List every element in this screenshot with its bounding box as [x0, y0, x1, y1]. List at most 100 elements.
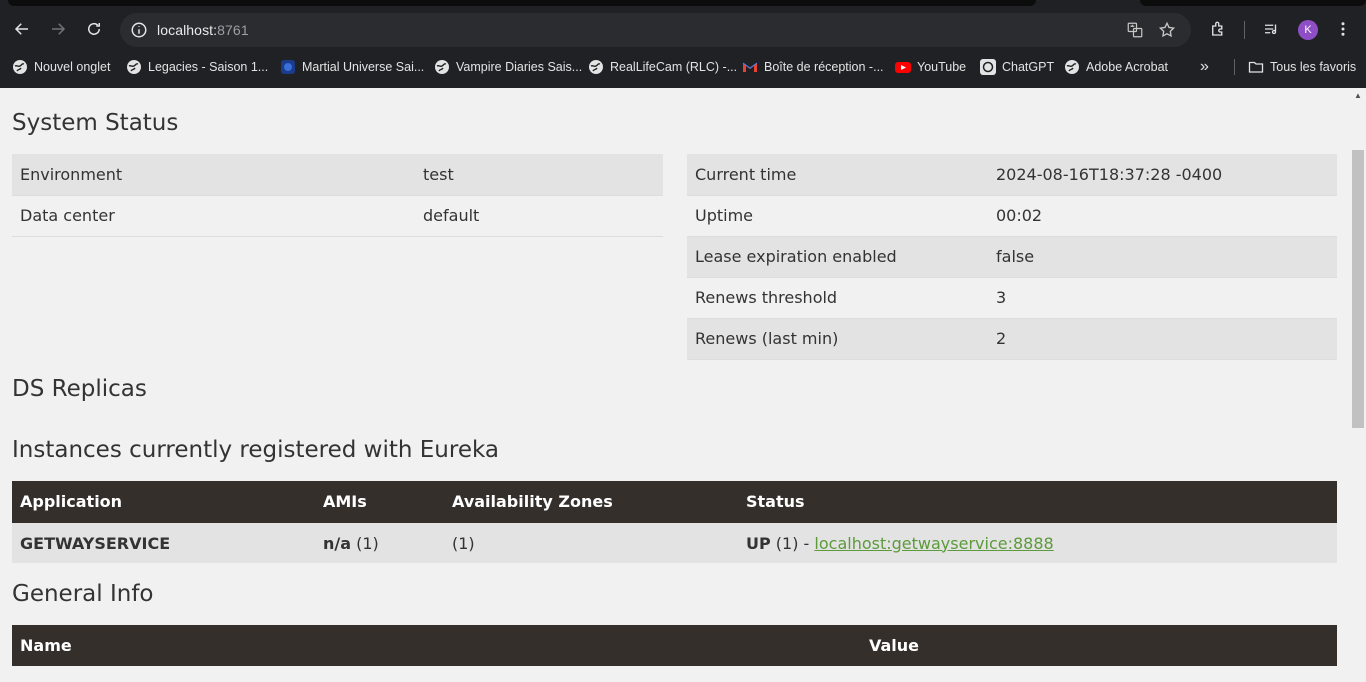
chatgpt-icon [980, 59, 996, 75]
table-row: Uptime 00:02 [687, 195, 1337, 237]
col-status: Status [738, 481, 1337, 522]
status-key: Data center [12, 195, 415, 237]
amis-count: (1) [351, 533, 379, 553]
url-text: localhost:8761 [157, 22, 249, 38]
bookmark-label: Martial Universe Sai... [302, 60, 425, 74]
table-row: Renews (last min) 2 [687, 318, 1337, 360]
cell-amis: n/a (1) [315, 521, 444, 563]
status-key: Renews (last min) [687, 318, 988, 360]
bookmark-label: ChatGPT [1002, 60, 1055, 74]
bookmark-item[interactable]: Martial Universe Sai... [280, 55, 424, 79]
globe-icon [126, 59, 142, 75]
status-up: UP [746, 533, 771, 553]
bookmark-label: YouTube [917, 60, 967, 74]
col-application: Application [12, 481, 315, 522]
bookmark-item[interactable]: Legacies - Saison 1... [126, 55, 268, 79]
bookmark-item[interactable]: Adobe Acrobat [1064, 55, 1168, 79]
profile-avatar[interactable]: K [1298, 20, 1318, 40]
toolbar-divider [1244, 21, 1245, 39]
col-zones: Availability Zones [444, 481, 738, 522]
address-bar[interactable]: localhost:8761 [120, 13, 1191, 47]
application-name: GETWAYSERVICE [20, 533, 171, 553]
site-info-icon[interactable] [130, 21, 148, 39]
all-bookmarks-button[interactable]: Tous les favoris [1248, 55, 1356, 79]
status-key: Lease expiration enabled [687, 236, 988, 278]
tab-strip [8, 0, 1036, 6]
col-name: Name [12, 625, 861, 666]
bookmark-item[interactable]: Vampire Diaries Sais... [434, 55, 582, 79]
url-host: localhost: [157, 22, 218, 38]
status-key: Renews threshold [687, 277, 988, 319]
system-status-heading: System Status [12, 110, 179, 136]
status-value: 2 [988, 318, 1337, 360]
globe-icon [434, 59, 450, 75]
instances-heading: Instances currently registered with Eure… [12, 437, 499, 463]
status-count: (1) - [770, 533, 815, 553]
bookmarks-divider [1234, 59, 1235, 75]
table-row: GETWAYSERVICE n/a (1) (1) UP (1) - local… [12, 521, 1337, 563]
system-status-right-table: Current time 2024-08-16T18:37:28 -0400 U… [687, 154, 1337, 360]
youtube-icon [895, 59, 911, 75]
system-status-left-table: Environment test Data center default [12, 154, 663, 237]
bookmark-star-icon[interactable] [1158, 21, 1176, 39]
col-amis: AMIs [315, 481, 444, 522]
cell-application: GETWAYSERVICE [12, 521, 315, 563]
scrollbar-thumb[interactable] [1352, 150, 1364, 428]
col-value: Value [861, 625, 1337, 666]
status-key: Uptime [687, 195, 988, 237]
gmail-icon [742, 59, 758, 75]
kebab-menu-icon[interactable] [1328, 14, 1358, 44]
browser-chrome: localhost:8761 K Nouvel onglet Legacies [0, 0, 1366, 88]
bookmark-label: Nouvel onglet [34, 60, 111, 74]
table-row: Data center default [12, 195, 663, 237]
cell-zones: (1) [444, 521, 738, 563]
general-info-heading: General Info [12, 581, 154, 607]
table-row: Environment test [12, 154, 663, 196]
status-key: Current time [687, 154, 988, 196]
scroll-up-arrow-icon[interactable]: ▲ [1353, 92, 1363, 100]
bookmark-item[interactable]: ChatGPT [980, 55, 1054, 79]
status-value: default [415, 195, 663, 237]
bookmark-item[interactable]: Boîte de réception -... [742, 55, 884, 79]
bookmark-item[interactable]: RealLifeCam (RLC) -... [588, 55, 737, 79]
ds-replicas-heading: DS Replicas [12, 376, 147, 402]
table-row: Lease expiration enabled false [687, 236, 1337, 278]
bookmark-label: Adobe Acrobat [1086, 60, 1169, 74]
bookmark-label: Vampire Diaries Sais... [456, 60, 583, 74]
globe-icon [1064, 59, 1080, 75]
bookmark-label: Legacies - Saison 1... [148, 60, 269, 74]
globe-icon [12, 59, 28, 75]
translate-icon[interactable] [1126, 21, 1144, 39]
status-value: false [988, 236, 1337, 278]
status-key: Environment [12, 154, 415, 196]
bookmark-item[interactable]: YouTube [895, 55, 966, 79]
status-value: 3 [988, 277, 1337, 319]
table-header-row: Name Value [12, 625, 1337, 666]
forward-arrow-icon[interactable] [43, 14, 73, 44]
url-port: 8761 [217, 22, 249, 38]
instances-table: Application AMIs Availability Zones Stat… [12, 481, 1337, 563]
tab-strip-right [1140, 0, 1366, 6]
table-row: Renews threshold 3 [687, 277, 1337, 319]
bookmark-item[interactable]: Nouvel onglet [12, 55, 110, 79]
table-row: Current time 2024-08-16T18:37:28 -0400 [687, 154, 1337, 196]
status-value: test [415, 154, 663, 196]
instance-link[interactable]: localhost:getwayservice:8888 [814, 534, 1053, 553]
table-header-row: Application AMIs Availability Zones Stat… [12, 481, 1337, 522]
status-value: 00:02 [988, 195, 1337, 237]
media-controls-icon[interactable] [1256, 14, 1286, 44]
folder-icon [1248, 59, 1264, 75]
globe-icon [588, 59, 604, 75]
site-favicon [280, 59, 296, 75]
back-arrow-icon[interactable] [7, 14, 37, 44]
bookmark-label: RealLifeCam (RLC) -... [610, 60, 738, 74]
reload-icon[interactable] [79, 14, 109, 44]
amis-value: n/a [323, 533, 352, 553]
browser-toolbar: localhost:8761 K [0, 10, 1366, 50]
cell-status: UP (1) - localhost:getwayservice:8888 [738, 521, 1337, 563]
bookmark-label: Tous les favoris [1270, 60, 1357, 74]
more-bookmarks-button[interactable]: » [1200, 55, 1209, 79]
general-info-table: Name Value [12, 625, 1337, 666]
extensions-icon[interactable] [1203, 14, 1233, 44]
bookmark-label: Boîte de réception -... [764, 60, 884, 74]
